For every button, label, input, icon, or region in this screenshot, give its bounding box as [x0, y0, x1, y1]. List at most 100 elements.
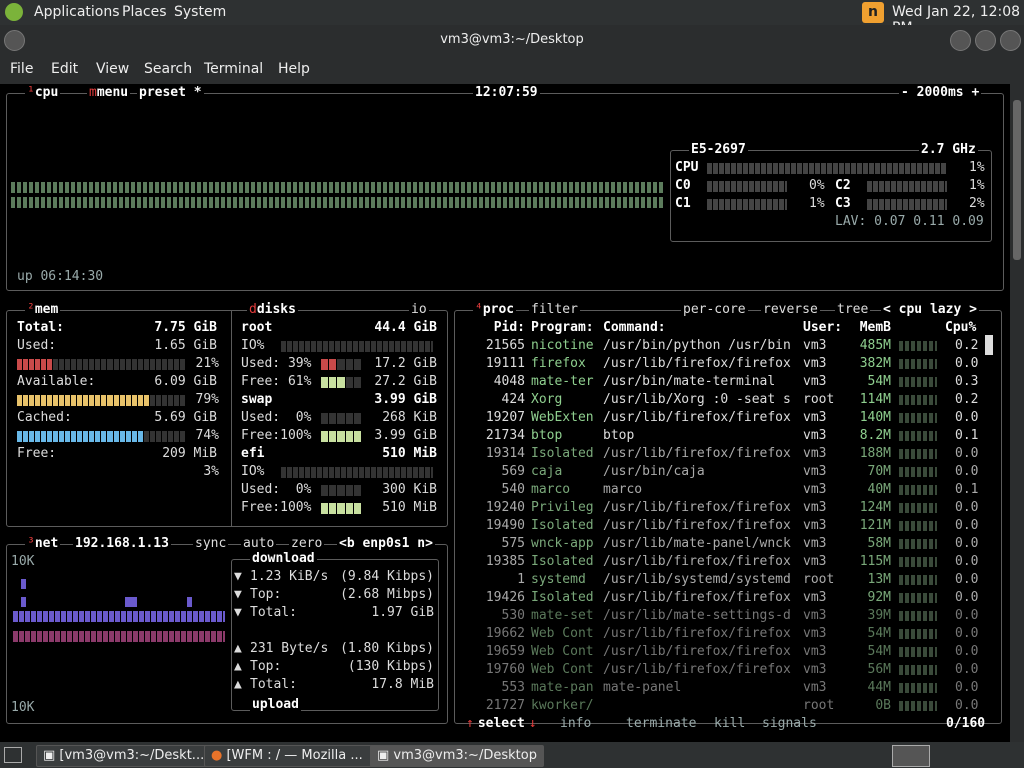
cell-cpu: 0.0: [955, 554, 979, 569]
col-pid[interactable]: Pid:: [465, 319, 525, 337]
menu-view[interactable]: View: [96, 61, 129, 77]
net-tab[interactable]: net: [35, 536, 58, 551]
mate-logo-icon[interactable]: [5, 3, 23, 21]
mem-box: ²mem Total: 7.75 GiB Used: 1.65 GiB 21% …: [6, 301, 448, 527]
proc-per-core[interactable]: per-core: [681, 301, 748, 319]
mem-tab[interactable]: mem: [35, 302, 58, 317]
table-row[interactable]: 19314 Isolated/usr/lib/firefox/firefox vm3…: [455, 445, 985, 463]
cpu-graph-cell: [899, 539, 937, 549]
table-row[interactable]: 19490 Isolated/usr/lib/firefox/firefox vm3…: [455, 517, 985, 535]
disk-used-label: Used: 39%: [241, 356, 312, 371]
cpu-tab[interactable]: cpu: [35, 85, 58, 100]
show-desktop-icon[interactable]: [4, 747, 22, 763]
table-row[interactable]: 19385 Isolated/usr/lib/firefox/firefox vm3…: [455, 553, 985, 571]
table-row[interactable]: 19662 Web Cont/usr/lib/firefox/firefox vm3…: [455, 625, 985, 643]
proc-kill[interactable]: kill: [714, 715, 745, 733]
minimize-button[interactable]: [950, 30, 971, 51]
col-program[interactable]: Program:: [531, 319, 594, 337]
table-row[interactable]: 553 mate-pan mate-panel vm3 44M 0.0: [455, 679, 985, 697]
cpu-total-pct: 1%: [969, 160, 985, 175]
cell-cpu: 0.0: [955, 410, 979, 425]
cell-program: firefox: [531, 356, 586, 371]
taskbar-item-terminal-active[interactable]: ▣ vm3@vm3:~/Desktop: [370, 745, 544, 767]
net-iface[interactable]: <b enp0s1 n>: [337, 535, 435, 553]
maximize-button[interactable]: [975, 30, 996, 51]
table-row[interactable]: 540 marco marco vm3 40M 0.1: [455, 481, 985, 499]
proc-info[interactable]: info: [560, 715, 591, 733]
table-row[interactable]: 19111 firefox/usr/lib/firefox/firefox vm3 3…: [455, 355, 985, 373]
table-row[interactable]: 1 systemd/usr/lib/systemd/systemd root 13M 0…: [455, 571, 985, 589]
proc-tab[interactable]: proc: [483, 302, 514, 317]
cell-program: Web Cont: [531, 626, 594, 641]
cell-user: vm3: [803, 338, 827, 353]
workspace-switcher[interactable]: [892, 745, 930, 767]
cell-cpu: 0.0: [955, 590, 979, 605]
table-row[interactable]: 21565 nicotine/usr/bin/python /usr/bin vm3…: [455, 337, 985, 355]
menu-applications[interactable]: Applications: [34, 4, 120, 20]
core-pct: 1%: [969, 178, 985, 193]
net-sync[interactable]: sync: [193, 535, 229, 553]
proc-sort[interactable]: < cpu lazy >: [881, 301, 979, 319]
cell-command: /usr/lib/firefox/firefox: [603, 662, 791, 677]
menu-file[interactable]: File: [10, 61, 33, 77]
table-row[interactable]: 530 mate-set/usr/lib/mate-settings-d vm3 39…: [455, 607, 985, 625]
cpu-menu[interactable]: menu: [97, 85, 128, 100]
proc-reverse[interactable]: reverse: [761, 301, 820, 319]
disk-used: 300 KiB: [382, 482, 437, 497]
table-row[interactable]: 569 caja/usr/bin/caja vm3 70M 0.0: [455, 463, 985, 481]
menu-help[interactable]: Help: [278, 61, 310, 77]
cell-mem: 56M: [867, 662, 891, 677]
disks-io-toggle[interactable]: io: [409, 301, 429, 319]
disk-used: 268 KiB: [382, 410, 437, 425]
cell-program: Isolated: [531, 590, 594, 605]
menu-edit[interactable]: Edit: [51, 61, 78, 77]
terminal-scrollbar[interactable]: [1010, 84, 1024, 742]
table-row[interactable]: 4048 mate-ter/usr/bin/mate-terminal vm3 54M…: [455, 373, 985, 391]
menu-places[interactable]: Places: [122, 4, 167, 20]
cpu-preset[interactable]: preset *: [137, 84, 204, 102]
cell-mem: 121M: [859, 518, 891, 533]
proc-tree[interactable]: tree: [835, 301, 871, 319]
core-pct: 0%: [809, 178, 825, 193]
window-titlebar[interactable]: vm3@vm3:~/Desktop: [0, 25, 1024, 55]
disk-used-label: Used: 0%: [241, 482, 312, 497]
menu-terminal[interactable]: Terminal: [204, 61, 263, 77]
disk-free: 510 MiB: [382, 500, 437, 515]
menu-search[interactable]: Search: [144, 61, 192, 77]
table-row[interactable]: 19426 Isolated/usr/lib/firefox/firefox vm3…: [455, 589, 985, 607]
disks-tab[interactable]: disks: [257, 302, 296, 317]
proc-terminate[interactable]: terminate: [626, 715, 696, 733]
taskbar-item-terminal-1[interactable]: ▣ [vm3@vm3:~/Deskt...: [36, 745, 212, 767]
close-button[interactable]: [1000, 30, 1021, 51]
table-row[interactable]: 19207 WebExten/usr/lib/firefox/firefox vm3…: [455, 409, 985, 427]
table-row[interactable]: 21734 btop btop vm3 8.2M 0.1: [455, 427, 985, 445]
cpu-freq: 2.7 GHz: [919, 141, 978, 159]
proc-select[interactable]: select: [478, 716, 525, 731]
col-mem[interactable]: MemB: [851, 319, 891, 337]
menu-system[interactable]: System: [174, 4, 226, 20]
cell-command: /usr/lib/mate-panel/wnck: [603, 536, 791, 551]
col-user[interactable]: User:: [803, 319, 842, 337]
cell-pid: 19760: [485, 662, 525, 677]
table-row[interactable]: 19240 Privileg/usr/lib/firefox/firefox vm3…: [455, 499, 985, 517]
cell-pid: 19314: [485, 446, 525, 461]
cell-cpu: 0.3: [955, 374, 979, 389]
proc-filter[interactable]: filter: [529, 301, 580, 319]
nicotine-tray-icon[interactable]: n: [862, 2, 884, 23]
table-row[interactable]: 424 Xorg/usr/lib/Xorg :0 -seat s root 114M 0…: [455, 391, 985, 409]
proc-signals[interactable]: signals: [762, 715, 817, 733]
up-total: 17.8 MiB: [371, 677, 434, 692]
disk-used-bar: [321, 359, 362, 370]
cpu-interval[interactable]: - 2000ms +: [899, 84, 982, 102]
table-row[interactable]: 575 wnck-app/usr/lib/mate-panel/wnck vm3 58…: [455, 535, 985, 553]
table-row[interactable]: 19659 Web Cont/usr/lib/firefox/firefox vm3…: [455, 643, 985, 661]
col-cpu[interactable]: Cpu%: [945, 319, 976, 337]
terminal-area[interactable]: ¹cpu mmenu preset * 12:07:59 - 2000ms + …: [0, 84, 1010, 742]
col-command[interactable]: Command:: [603, 319, 666, 337]
table-row[interactable]: 21727 kworker/root 0B 0.0: [455, 697, 985, 715]
cell-program: marco: [531, 482, 571, 497]
table-row[interactable]: 19760 Web Cont/usr/lib/firefox/firefox vm3…: [455, 661, 985, 679]
cell-pid: 19240: [485, 500, 525, 515]
taskbar-item-firefox[interactable]: ● [WFM : / — Mozilla ...: [204, 745, 378, 767]
disk-used-bar: [321, 485, 362, 496]
